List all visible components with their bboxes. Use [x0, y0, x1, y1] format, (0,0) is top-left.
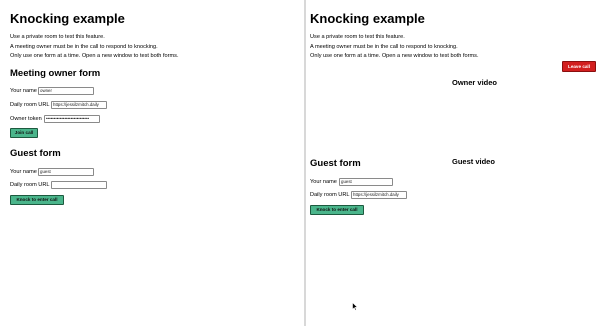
owner-form-heading: Meeting owner form [10, 68, 101, 79]
guest-form-heading: Guest form [10, 148, 61, 159]
mouse-pointer-icon [352, 302, 358, 311]
owner-name-label: Your name [10, 88, 37, 94]
guest-window: Knocking example Use a private room to t… [306, 0, 600, 326]
guest-url-label: Daily room URL [310, 192, 350, 198]
join-call-button[interactable]: Join call [10, 128, 38, 138]
owner-video-label: Owner video [452, 78, 498, 87]
guest-name-label: Your name [10, 169, 37, 175]
guest-video-label: Guest video [452, 157, 495, 166]
intro-line-2: A meeting owner must be in the call to r… [310, 44, 458, 50]
intro-line-1: Use a private room to test this feature. [310, 34, 405, 40]
guest-name-input[interactable]: guest [38, 168, 94, 176]
guest-video [446, 167, 526, 233]
owner-name-input[interactable]: owner [38, 87, 94, 95]
knock-button[interactable]: Knock to enter call [10, 195, 64, 205]
leave-call-button[interactable]: Leave call [562, 61, 596, 72]
owner-token-input[interactable]: •••••••••••••••••••••••••••• [44, 115, 100, 123]
guest-name-label: Your name [310, 179, 337, 185]
intro-line-1: Use a private room to test this feature. [10, 34, 105, 40]
guest-url-input[interactable]: https://jessilzmitch.daily [351, 191, 407, 199]
owner-video [446, 88, 526, 154]
owner-url-input[interactable]: https://jessilzmitch.daily [51, 101, 107, 109]
guest-url-input[interactable] [51, 181, 107, 189]
guest-form-heading: Guest form [310, 158, 361, 169]
knock-button[interactable]: Knock to enter call [310, 205, 364, 215]
owner-token-label: Owner token [10, 116, 42, 122]
owner-url-label: Daily room URL [10, 102, 50, 108]
guest-name-input[interactable]: guest [339, 178, 393, 186]
intro-line-3: Only use one form at a time. Open a new … [310, 53, 479, 59]
intro-line-2: A meeting owner must be in the call to r… [10, 44, 158, 50]
owner-window: Knocking example Use a private room to t… [0, 0, 304, 326]
page-title: Knocking example [310, 11, 425, 26]
guest-url-label: Daily room URL [10, 182, 50, 188]
intro-line-3: Only use one form at a time. Open a new … [10, 53, 179, 59]
page-title: Knocking example [10, 11, 125, 26]
